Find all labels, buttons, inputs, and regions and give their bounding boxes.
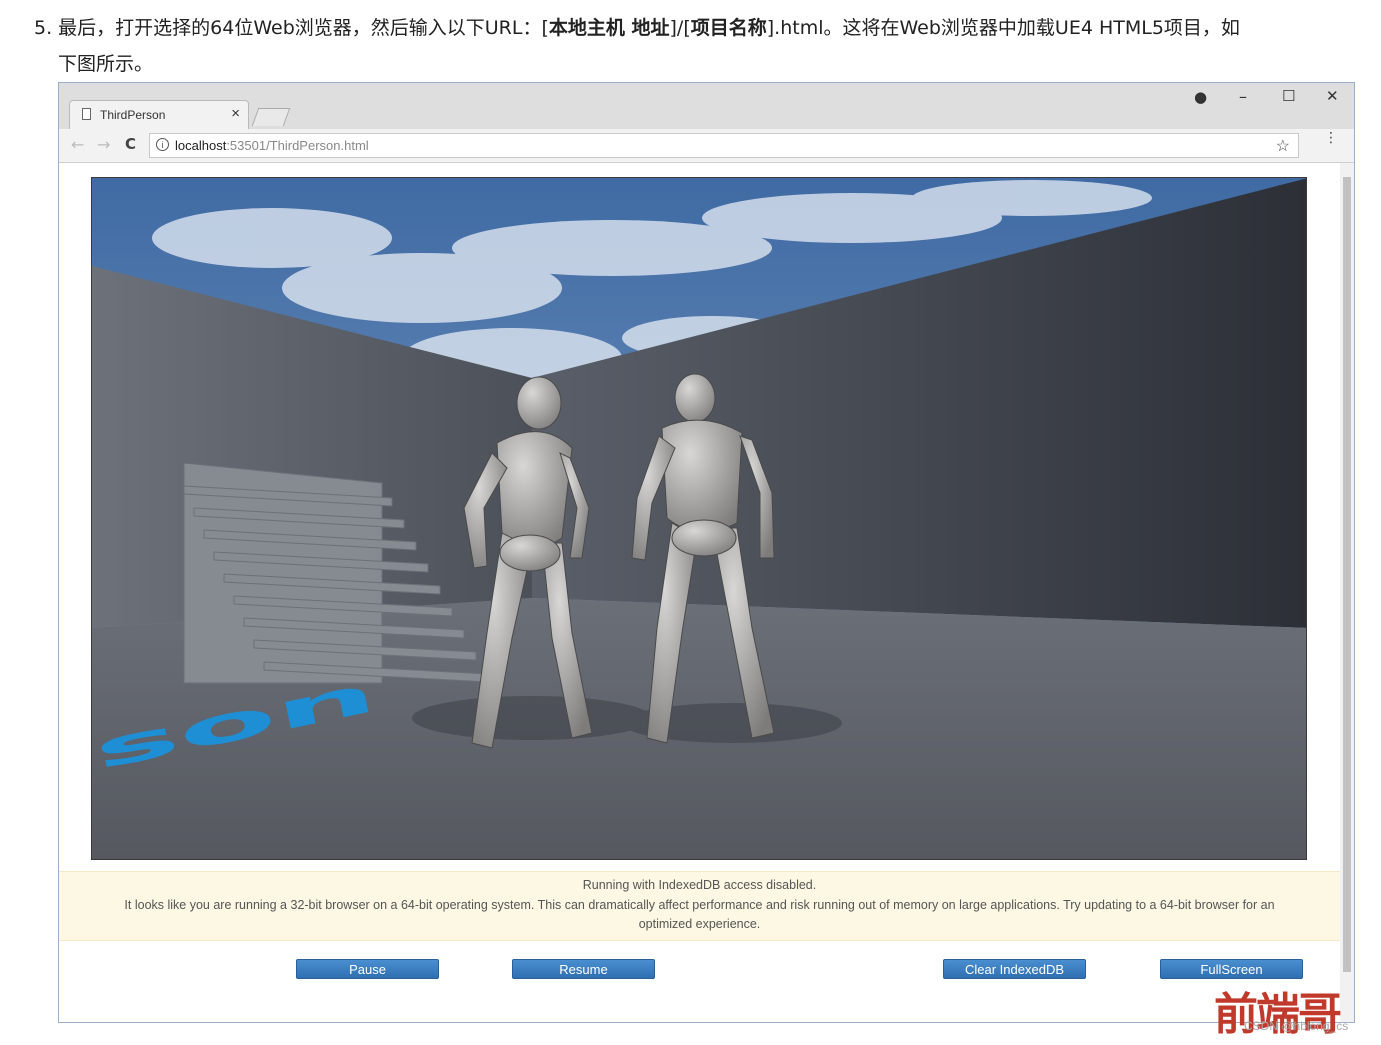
scrollbar-thumb[interactable] — [1343, 177, 1351, 972]
info-icon[interactable]: i — [156, 138, 169, 151]
url-host: localhost — [175, 138, 227, 153]
instruction-text-mid: ]/[ — [669, 17, 691, 39]
fullscreen-button[interactable]: FullScreen — [1160, 959, 1303, 979]
new-tab-button[interactable] — [251, 108, 291, 126]
url-text: localhost:53501/ThirdPerson.html — [175, 138, 369, 153]
instruction-bold-host: 本地主机 地址 — [548, 17, 670, 39]
indexeddb-warning: Running with IndexedDB access disabled. … — [59, 871, 1340, 941]
browser-menu-icon[interactable]: ⋮ — [1324, 131, 1338, 145]
resume-button[interactable]: Resume — [512, 959, 655, 979]
clear-indexeddb-button[interactable]: Clear IndexedDB — [943, 959, 1086, 979]
tab-title: ThirdPerson — [100, 108, 166, 122]
browser-toolbar: ← → C i localhost:53501/ThirdPerson.html… — [59, 129, 1354, 163]
warning-line1: Running with IndexedDB access disabled. — [582, 878, 817, 892]
forward-button[interactable]: → — [97, 135, 110, 154]
instruction-bold-project: 项目名称 — [690, 17, 767, 39]
maximize-button[interactable]: ☐ — [1282, 87, 1295, 105]
close-window-button[interactable]: ✕ — [1326, 87, 1339, 105]
vertical-scrollbar[interactable] — [1340, 163, 1354, 1022]
address-bar[interactable]: i localhost:53501/ThirdPerson.html ☆ — [149, 133, 1299, 158]
warning-line3: optimized experience. — [638, 917, 761, 931]
profile-icon[interactable]: ● — [1194, 88, 1207, 106]
warning-line2: It looks like you are running a 32-bit b… — [124, 897, 1275, 912]
game-canvas[interactable]: son — [91, 177, 1307, 860]
browser-tab[interactable]: ThirdPerson × — [69, 100, 249, 129]
instruction-paragraph: 5. 最后，打开选择的64位Web浏览器，然后输入以下URL：[本地主机 地址]… — [34, 10, 1354, 82]
url-path: :53501/ThirdPerson.html — [226, 138, 369, 153]
instruction-text-start: 5. 最后，打开选择的64位Web浏览器，然后输入以下URL：[ — [34, 17, 549, 39]
back-button[interactable]: ← — [71, 135, 84, 154]
game-scene: son — [92, 178, 1306, 859]
minimize-button[interactable]: – — [1239, 87, 1247, 106]
page-icon — [82, 108, 91, 120]
instruction-text-end: ].html。这将在Web浏览器中加载UE4 HTML5项目，如 — [766, 17, 1240, 39]
reload-button[interactable]: C — [125, 135, 136, 153]
watermark-credit: CSDN @hblong_cs — [1244, 1019, 1349, 1033]
instruction-text-line2: 下图所示。 — [58, 53, 154, 75]
tab-close-icon[interactable]: × — [231, 105, 240, 122]
title-bar: ThirdPerson × ● – ☐ ✕ — [59, 83, 1354, 129]
pause-button[interactable]: Pause — [296, 959, 439, 979]
browser-window: ThirdPerson × ● – ☐ ✕ ← → C i localhost:… — [58, 82, 1355, 1023]
bookmark-star-icon[interactable]: ☆ — [1276, 136, 1290, 156]
page-viewport: son Running with IndexedDB access disabl… — [59, 163, 1354, 1022]
